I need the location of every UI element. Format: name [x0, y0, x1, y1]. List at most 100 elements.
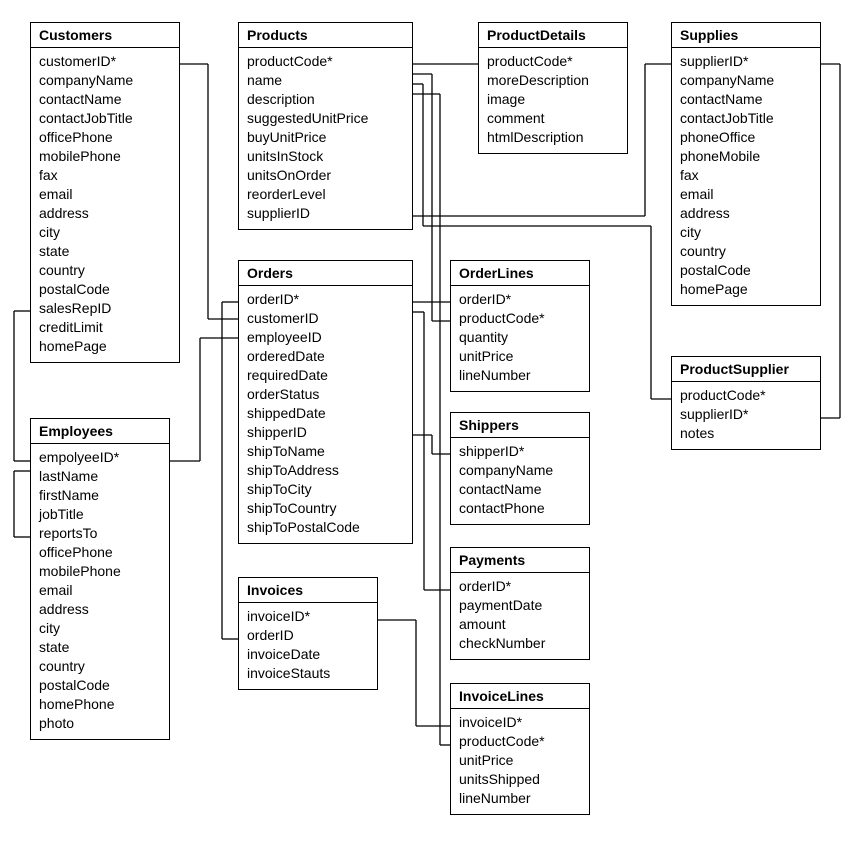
field: contactJobTitle	[39, 109, 171, 128]
entity-fields-payments: orderID*paymentDateamountcheckNumber	[451, 573, 589, 659]
field: supplierID*	[680, 52, 812, 71]
entity-title-productdetails: ProductDetails	[479, 23, 627, 48]
entity-fields-invoicelines: invoiceID*productCode*unitPriceunitsShip…	[451, 709, 589, 814]
field: shipperID	[247, 423, 404, 442]
field: orderID*	[247, 290, 404, 309]
entity-payments: PaymentsorderID*paymentDateamountcheckNu…	[450, 547, 590, 660]
entity-fields-orderlines: orderID*productCode*quantityunitPricelin…	[451, 286, 589, 391]
field: shipToPostalCode	[247, 518, 404, 537]
entity-customers: CustomerscustomerID*companyNamecontactNa…	[30, 22, 180, 363]
field: address	[680, 204, 812, 223]
field: amount	[459, 615, 581, 634]
field: address	[39, 600, 161, 619]
field: image	[487, 90, 619, 109]
entity-title-shippers: Shippers	[451, 413, 589, 438]
field: paymentDate	[459, 596, 581, 615]
field: moreDescription	[487, 71, 619, 90]
field: officePhone	[39, 543, 161, 562]
field: requiredDate	[247, 366, 404, 385]
field: contactPhone	[459, 499, 581, 518]
field: jobTitle	[39, 505, 161, 524]
entity-invoices: InvoicesinvoiceID*orderIDinvoiceDateinvo…	[238, 577, 378, 690]
field: invoiceID*	[459, 713, 581, 732]
entity-supplies: SuppliessupplierID*companyNamecontactNam…	[671, 22, 821, 306]
entity-fields-supplies: supplierID*companyNamecontactNamecontact…	[672, 48, 820, 305]
field: invoiceDate	[247, 645, 369, 664]
field: lastName	[39, 467, 161, 486]
field: suggestedUnitPrice	[247, 109, 404, 128]
field: homePhone	[39, 695, 161, 714]
entity-title-employees: Employees	[31, 419, 169, 444]
field: address	[39, 204, 171, 223]
entity-title-payments: Payments	[451, 548, 589, 573]
field: orderID	[247, 626, 369, 645]
field: email	[680, 185, 812, 204]
field: mobilePhone	[39, 147, 171, 166]
entity-title-invoices: Invoices	[239, 578, 377, 603]
field: productCode*	[247, 52, 404, 71]
field: homePage	[39, 337, 171, 356]
field: shipToCity	[247, 480, 404, 499]
entity-fields-employees: empolyeeID*lastNamefirstNamejobTitlerepo…	[31, 444, 169, 739]
field: unitPrice	[459, 347, 581, 366]
field: phoneOffice	[680, 128, 812, 147]
field: firstName	[39, 486, 161, 505]
entity-fields-invoices: invoiceID*orderIDinvoiceDateinvoiceStaut…	[239, 603, 377, 689]
field: country	[39, 657, 161, 676]
field: fax	[680, 166, 812, 185]
field: state	[39, 242, 171, 261]
field: city	[39, 619, 161, 638]
entity-invoicelines: InvoiceLinesinvoiceID*productCode*unitPr…	[450, 683, 590, 815]
field: empolyeeID*	[39, 448, 161, 467]
field: companyName	[459, 461, 581, 480]
entity-orders: OrdersorderID*customerIDemployeeIDordere…	[238, 260, 413, 544]
field: name	[247, 71, 404, 90]
field: reorderLevel	[247, 185, 404, 204]
field: companyName	[680, 71, 812, 90]
field: creditLimit	[39, 318, 171, 337]
field: shipToCountry	[247, 499, 404, 518]
field: productCode*	[459, 309, 581, 328]
entity-title-invoicelines: InvoiceLines	[451, 684, 589, 709]
entity-title-productsupplier: ProductSupplier	[672, 357, 820, 382]
field: shipperID*	[459, 442, 581, 461]
field: city	[680, 223, 812, 242]
entity-fields-products: productCode*namedescriptionsuggestedUnit…	[239, 48, 412, 229]
field: employeeID	[247, 328, 404, 347]
field: unitPrice	[459, 751, 581, 770]
field: contactName	[680, 90, 812, 109]
field: orderID*	[459, 290, 581, 309]
entity-fields-customers: customerID*companyNamecontactNamecontact…	[31, 48, 179, 362]
field: reportsTo	[39, 524, 161, 543]
field: postalCode	[39, 676, 161, 695]
field: phoneMobile	[680, 147, 812, 166]
entity-products: ProductsproductCode*namedescriptionsugge…	[238, 22, 413, 230]
field: orderedDate	[247, 347, 404, 366]
field: postalCode	[39, 280, 171, 299]
field: productCode*	[459, 732, 581, 751]
field: postalCode	[680, 261, 812, 280]
field: officePhone	[39, 128, 171, 147]
field: unitsOnOrder	[247, 166, 404, 185]
field: state	[39, 638, 161, 657]
field: contactName	[459, 480, 581, 499]
entity-orderlines: OrderLinesorderID*productCode*quantityun…	[450, 260, 590, 392]
field: contactJobTitle	[680, 109, 812, 128]
field: supplierID*	[680, 405, 812, 424]
field: customerID	[247, 309, 404, 328]
field: htmlDescription	[487, 128, 619, 147]
entity-fields-shippers: shipperID*companyNamecontactNamecontactP…	[451, 438, 589, 524]
entity-title-orderlines: OrderLines	[451, 261, 589, 286]
field: country	[39, 261, 171, 280]
field: homePage	[680, 280, 812, 299]
field: unitsInStock	[247, 147, 404, 166]
field: buyUnitPrice	[247, 128, 404, 147]
entity-title-products: Products	[239, 23, 412, 48]
field: mobilePhone	[39, 562, 161, 581]
entity-employees: EmployeesempolyeeID*lastNamefirstNamejob…	[30, 418, 170, 740]
field: notes	[680, 424, 812, 443]
entity-fields-productdetails: productCode*moreDescriptionimagecommenth…	[479, 48, 627, 153]
field: lineNumber	[459, 366, 581, 385]
field: companyName	[39, 71, 171, 90]
field: unitsShipped	[459, 770, 581, 789]
